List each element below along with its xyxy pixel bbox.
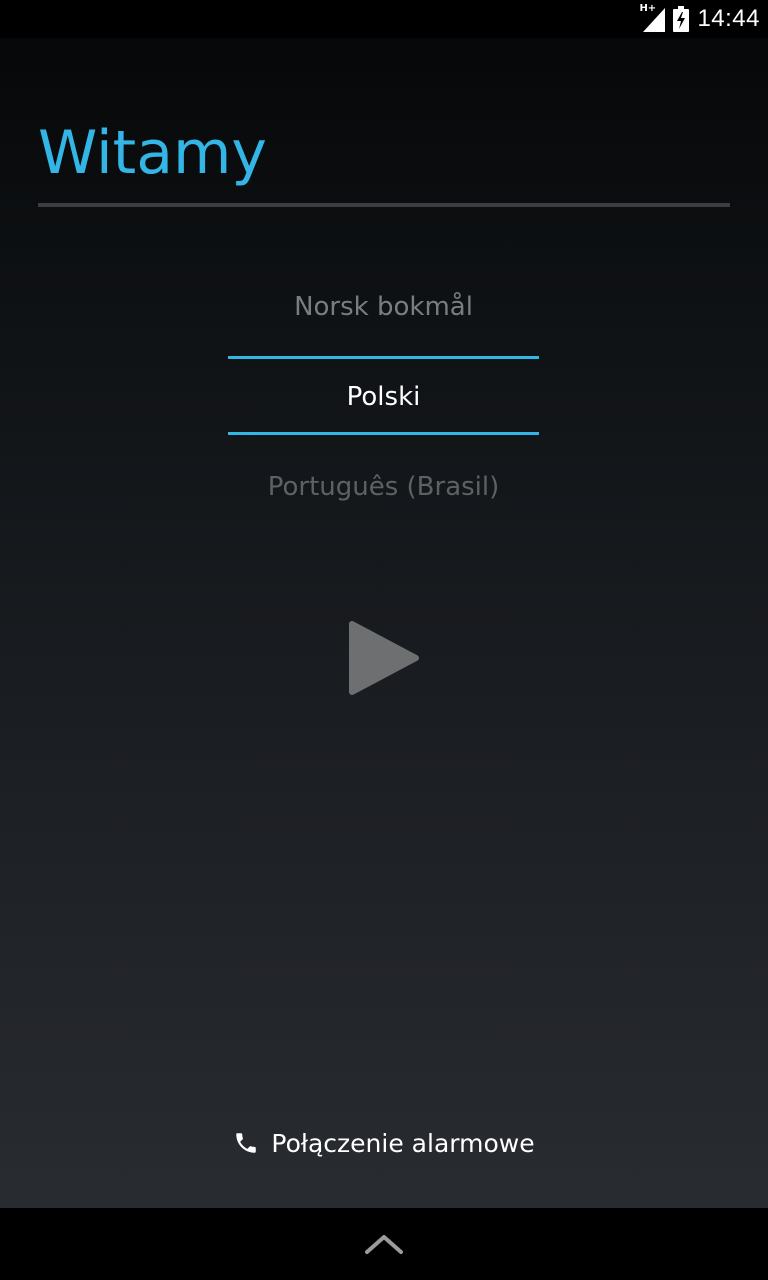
emergency-call-button[interactable]: Połączenie alarmowe [0, 1108, 768, 1178]
chevron-up-icon[interactable] [364, 1232, 404, 1256]
page-title: Witamy [38, 118, 267, 188]
network-type-label: H+ [639, 3, 657, 14]
signal-icon: H+ [639, 3, 666, 32]
picker-divider-bottom [228, 432, 539, 435]
language-picker[interactable]: Norsk bokmål Polski Português (Brasil) [228, 262, 539, 532]
battery-charging-icon [673, 6, 690, 32]
status-bar: H+ 14:44 [0, 0, 768, 38]
language-option-selected[interactable]: Polski [228, 359, 539, 435]
play-icon [349, 621, 419, 695]
title-divider [38, 203, 730, 207]
start-button[interactable] [340, 612, 430, 704]
setup-screen: H+ 14:44 Witamy Norsk bokmål Polski Port… [0, 0, 768, 1280]
emergency-call-label: Połączenie alarmowe [271, 1128, 535, 1158]
clock: 14:44 [697, 5, 760, 32]
phone-icon [236, 1133, 257, 1153]
language-option-next[interactable]: Português (Brasil) [228, 449, 539, 525]
language-option-previous[interactable]: Norsk bokmål [228, 269, 539, 345]
navigation-bar [0, 1208, 768, 1280]
status-icons: H+ 14:44 [639, 3, 760, 34]
